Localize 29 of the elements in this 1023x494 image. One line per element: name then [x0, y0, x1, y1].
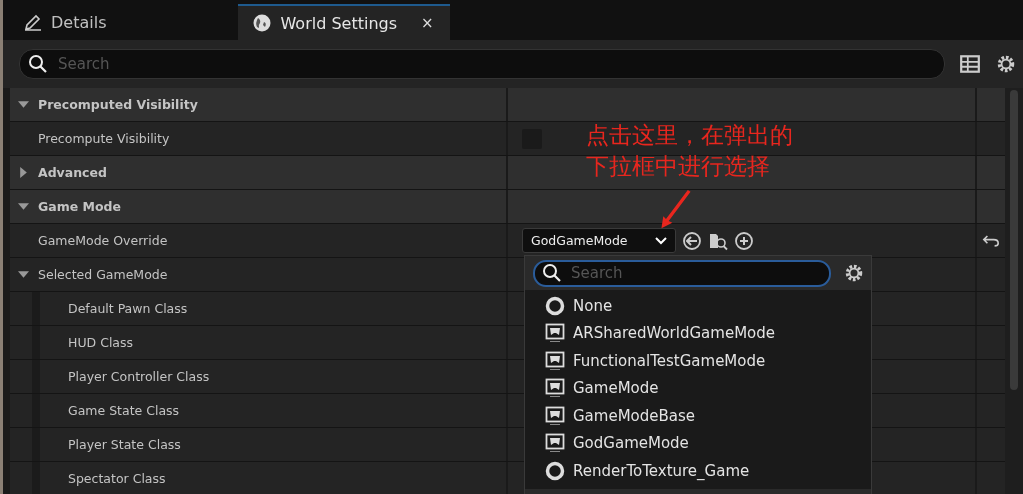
panel-tab[interactable]: World Settings ×: [238, 4, 450, 40]
property-label: Game State Class: [68, 403, 180, 418]
property-label: Player Controller Class: [68, 369, 210, 384]
annotation-text: 下拉框中进行选择: [586, 152, 771, 181]
category-title: Game Mode: [38, 199, 121, 214]
property-label: GameMode Override: [38, 233, 168, 248]
category-title: Precomputed Visibility: [38, 97, 198, 112]
panel-tab[interactable]: Details: [9, 4, 121, 40]
property-label: HUD Class: [68, 335, 134, 350]
close-tab-button[interactable]: ×: [421, 14, 434, 32]
search-field[interactable]: Search: [533, 259, 831, 287]
category-title: Advanced: [38, 165, 107, 180]
property-label: Precompute Visibility: [38, 131, 170, 146]
search-field[interactable]: Search: [19, 49, 945, 79]
property-label: Default Pawn Class: [68, 301, 188, 316]
dropdown-item[interactable]: RenderToTexture_Game: [545, 457, 871, 485]
property-label: Spectator Class: [68, 471, 166, 486]
tab-label: World Settings: [280, 13, 398, 33]
dropdown-item[interactable]: ARSharedWorldGameMode: [545, 319, 871, 347]
dropdown-item[interactable]: GameModeBase: [545, 402, 871, 430]
dropdown-item[interactable]: FunctionalTestGameMode: [545, 347, 871, 375]
dropdown-item[interactable]: None: [545, 292, 871, 320]
property-label: Player State Class: [68, 437, 181, 452]
dropdown-item[interactable]: GameMode: [545, 374, 871, 402]
tab-label: Details: [51, 12, 107, 32]
property-label: Selected GameMode: [38, 267, 168, 282]
annotation-text: 点击这里，在弹出的: [586, 121, 793, 150]
gamemode-dropdown[interactable]: GodGameMode: [522, 228, 676, 253]
dropdown-item[interactable]: GodGameMode: [545, 429, 871, 457]
